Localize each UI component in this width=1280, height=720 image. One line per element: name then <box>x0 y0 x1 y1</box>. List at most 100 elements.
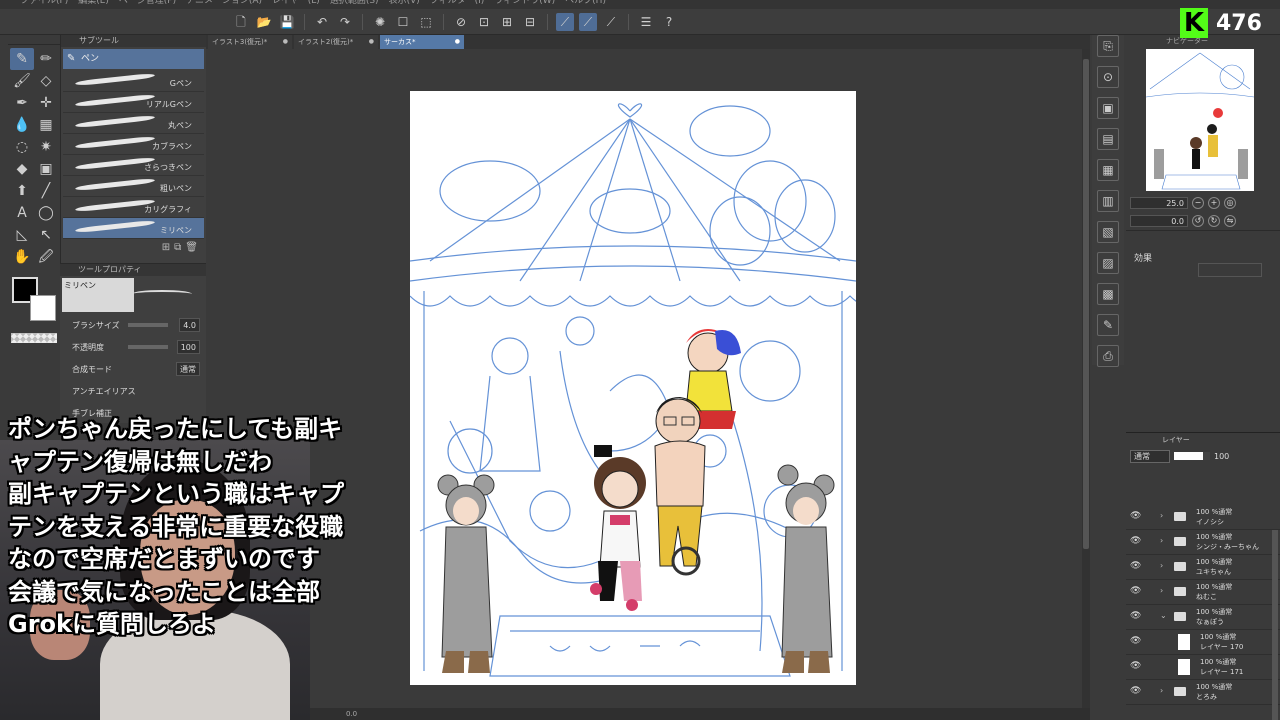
layer-row[interactable]: 👁 › 100 %通常 イノシシ <box>1126 505 1280 530</box>
menu-page[interactable]: ページ管理(P) <box>119 0 176 9</box>
lasso-tool-icon[interactable]: ◌ <box>10 136 34 158</box>
eye-icon[interactable]: 👁 <box>1130 611 1141 621</box>
eye-icon[interactable]: 👁 <box>1130 511 1141 521</box>
eye-icon[interactable]: 👁 <box>1130 636 1141 646</box>
subtool-group-pen[interactable]: ペン <box>63 49 204 69</box>
brush-item[interactable]: カブラペン <box>63 134 204 155</box>
layer-row[interactable]: 👁 100 %通常 レイヤー 170 <box>1126 630 1280 655</box>
zoom-out-icon[interactable]: − <box>1192 197 1204 209</box>
brush-item-selected[interactable]: ミリペン <box>63 218 204 239</box>
deselect-icon[interactable]: ⊘ <box>452 13 470 31</box>
layer-row[interactable]: 👁 › 100 %通常 シンジ・みーちゃん <box>1126 530 1280 555</box>
hand-tool-icon[interactable]: ✋ <box>10 246 34 268</box>
expand-icon[interactable]: › <box>1160 561 1163 570</box>
menu-animation[interactable]: アニメーション(A) <box>186 0 262 9</box>
canvas-vertical-scrollbar[interactable] <box>1082 49 1090 708</box>
layer-property-icon[interactable]: ▤ <box>1097 128 1119 150</box>
layer-row[interactable]: 👁 › 100 %通常 とろみ <box>1126 680 1280 705</box>
eye-icon[interactable]: 👁 <box>1130 561 1141 571</box>
invert-select-icon[interactable]: ⊡ <box>475 13 493 31</box>
ruler-tool-icon[interactable]: ↖ <box>34 224 58 246</box>
collapse-icon[interactable]: ⌄ <box>1160 611 1167 620</box>
history-icon[interactable]: ▥ <box>1097 190 1119 212</box>
rotate-left-icon[interactable]: ↺ <box>1192 215 1204 227</box>
loading-icon[interactable]: ✺ <box>371 13 389 31</box>
gradient-tool-icon[interactable]: ▣ <box>34 158 58 180</box>
brush-item[interactable]: Gペン <box>63 71 204 92</box>
menu-file[interactable]: ファイル(F) <box>20 0 68 9</box>
brush-size-value[interactable]: 4.0 <box>179 318 200 332</box>
expand-icon[interactable]: › <box>1160 536 1163 545</box>
transparent-color-swatch[interactable] <box>11 333 57 343</box>
brush-item[interactable]: 粗いペン <box>63 176 204 197</box>
fit-icon[interactable]: ◎ <box>1224 197 1236 209</box>
color-set-icon[interactable]: ▦ <box>1097 159 1119 181</box>
tab-circus[interactable]: サーカス* <box>380 35 464 49</box>
menu-edit[interactable]: 編集(E) <box>78 0 109 9</box>
text-tool-icon[interactable]: A <box>10 202 34 224</box>
layer-row[interactable]: 👁 ⌄ 100 %通常 なぁぽう <box>1126 605 1280 630</box>
info-icon[interactable]: ⎙ <box>1097 345 1119 367</box>
layer-opacity-value[interactable]: 100 <box>1214 452 1229 461</box>
fill-tool-icon[interactable]: ◆ <box>10 158 34 180</box>
balloon-tool-icon[interactable]: ◯ <box>34 202 58 224</box>
menu-help[interactable]: ヘルプ(H) <box>565 0 606 9</box>
opacity-value[interactable]: 100 <box>176 340 200 354</box>
expand-icon[interactable]: › <box>1160 511 1163 520</box>
blend-mode-select[interactable]: 通常 <box>176 362 200 376</box>
eraser-tool-icon[interactable]: ◇ <box>34 70 58 92</box>
eye-icon[interactable]: 👁 <box>1130 686 1141 696</box>
rotate-right-icon[interactable]: ↻ <box>1208 215 1220 227</box>
menu-filter[interactable]: フィルター(I) <box>430 0 485 9</box>
brush-item[interactable]: さらつきペン <box>63 155 204 176</box>
brush-item[interactable]: 丸ペン <box>63 113 204 134</box>
redo-icon[interactable]: ↷ <box>336 13 354 31</box>
undo-icon[interactable]: ↶ <box>313 13 331 31</box>
zoom-value[interactable]: 25.0 <box>1130 197 1188 209</box>
layer-opacity-slider[interactable] <box>1174 452 1210 460</box>
layer-blend-select[interactable]: 通常 <box>1130 449 1170 463</box>
flip-icon[interactable]: ⇋ <box>1224 215 1236 227</box>
menu-selection[interactable]: 選択範囲(S) <box>330 0 379 9</box>
add-brush-icon[interactable]: ⊞ <box>162 242 170 254</box>
tab-illust3[interactable]: イラスト3(復元)* <box>208 35 292 49</box>
brush-item[interactable]: リアルGペン <box>63 92 204 113</box>
status-zoom[interactable]: 0.0 <box>346 710 357 718</box>
settings-icon[interactable]: ☰ <box>637 13 655 31</box>
expand-icon[interactable]: › <box>1160 586 1163 595</box>
clear-icon[interactable]: ☐ <box>394 13 412 31</box>
search-icon[interactable]: ⊙ <box>1097 66 1119 88</box>
effect-buttons[interactable] <box>1198 263 1262 277</box>
rotation-value[interactable]: 0.0 <box>1130 215 1188 227</box>
object-tool-icon[interactable]: ⬆ <box>10 180 34 202</box>
pencil-tool-icon[interactable]: ✏ <box>34 48 58 70</box>
tab-illust2[interactable]: イラスト2(復元)* <box>294 35 378 49</box>
line-tool-icon[interactable]: ╱ <box>34 180 58 202</box>
open-file-icon[interactable]: 📂 <box>255 13 273 31</box>
copy-brush-icon[interactable]: ⧉ <box>174 242 181 254</box>
auto-action-icon[interactable]: ▧ <box>1097 221 1119 243</box>
sub-color-swatch[interactable] <box>30 295 56 321</box>
zoom-in-icon[interactable]: + <box>1208 197 1220 209</box>
eye-icon[interactable]: 👁 <box>1130 586 1141 596</box>
new-file-icon[interactable]: 🗋 <box>232 13 250 31</box>
save-icon[interactable]: 💾 <box>278 13 296 31</box>
menu-view[interactable]: 表示(V) <box>389 0 420 9</box>
material-icon[interactable]: ⎘ <box>1097 35 1119 57</box>
layer-scrollbar[interactable] <box>1272 530 1278 720</box>
airbrush-tool-icon[interactable]: ✒ <box>10 92 34 114</box>
expand-select-icon[interactable]: ⊞ <box>498 13 516 31</box>
item-bank-icon[interactable]: ▩ <box>1097 283 1119 305</box>
figure-tool-icon[interactable]: ▦ <box>34 114 58 136</box>
menu-window[interactable]: ウィンドウ(W) <box>494 0 555 9</box>
eyedropper-tool-icon[interactable]: 🖉 <box>34 246 58 268</box>
snap-grid-icon[interactable]: ⟋ <box>602 13 620 31</box>
sub-view-icon[interactable]: ▨ <box>1097 252 1119 274</box>
frame-tool-icon[interactable]: ◺ <box>10 224 34 246</box>
eye-icon[interactable]: 👁 <box>1130 661 1141 671</box>
layer-row[interactable]: 👁 100 %通常 レイヤー 171 <box>1126 655 1280 680</box>
menu-layer[interactable]: レイヤー(L) <box>272 0 320 9</box>
move-tool-icon[interactable]: ✛ <box>34 92 58 114</box>
layer-row[interactable]: 👁 › 100 %通常 ユキちゃん <box>1126 555 1280 580</box>
eye-icon[interactable]: 👁 <box>1130 536 1141 546</box>
